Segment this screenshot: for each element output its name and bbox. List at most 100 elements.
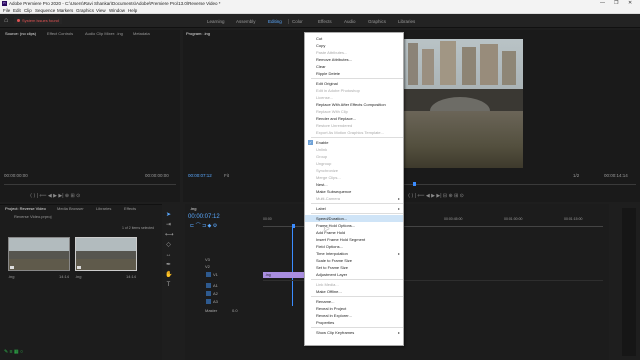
menu-item-export-as-motion-graphics-template[interactable]: Export As Motion Graphics Template... xyxy=(305,129,403,136)
menu-item-scale-to-frame-size[interactable]: Scale to Frame Size xyxy=(305,257,403,264)
menu-item-ripple-delete[interactable]: Ripple Delete xyxy=(305,70,403,77)
tab-libraries[interactable]: Libraries xyxy=(96,205,111,213)
menu-item-insert-frame-hold-segment[interactable]: Insert Frame Hold Segment xyxy=(305,236,403,243)
menu-item-cut[interactable]: Cut xyxy=(305,35,403,42)
timeline-timecode[interactable]: 00:00:07:12 xyxy=(188,214,220,220)
minimize-icon[interactable]: — xyxy=(600,0,605,7)
track-select-tool-icon[interactable]: ⇥ xyxy=(165,222,172,229)
workspace-effects[interactable]: Effects xyxy=(318,19,332,24)
program-transport-controls[interactable]: ⟨ ⟩ | ⟸ ◀ ▶ ▶| ⊟ ⊕ ⊞ ⊙ xyxy=(408,193,464,199)
menu-item-restore-unrendered[interactable]: Restore Unrendered xyxy=(305,122,403,129)
program-fit-select[interactable]: Fit xyxy=(224,173,229,178)
menu-item-make-offline[interactable]: Make Offline... xyxy=(305,288,403,295)
menu-item-render-and-replace[interactable]: Render and Replace... xyxy=(305,115,403,122)
menu-view[interactable]: View xyxy=(96,7,106,14)
workspace-assembly[interactable]: Assembly xyxy=(236,19,256,24)
menu-item-replace-with-after-effects-composition[interactable]: Replace With After Effects Composition xyxy=(305,101,403,108)
menu-item-add-frame-hold[interactable]: Add Frame Hold xyxy=(305,229,403,236)
menu-item-adjustment-layer[interactable]: Adjustment Layer xyxy=(305,271,403,278)
hand-tool-icon[interactable]: ✋ xyxy=(165,272,172,279)
tab-source[interactable]: Source: (no clips) xyxy=(5,30,36,38)
menu-item-link-media[interactable]: Link Media... xyxy=(305,281,403,288)
menu-item-frame-hold-options[interactable]: Frame Hold Options... xyxy=(305,222,403,229)
menu-item-enable[interactable]: ✓ Enable xyxy=(305,139,403,146)
workspace-audio[interactable]: Audio xyxy=(344,19,356,24)
menu-item-reveal-in-project[interactable]: Reveal in Project xyxy=(305,305,403,312)
program-scrub-bar[interactable] xyxy=(404,184,636,185)
timeline-tool-icons[interactable]: ⊏ ⌒ ⊐ ◆ ⚙ xyxy=(190,222,217,229)
tab-metadata[interactable]: Metadata xyxy=(133,30,150,38)
workspace-libraries[interactable]: Libraries xyxy=(398,19,415,24)
tab-audio-clip-mixer[interactable]: Audio Clip Mixer: .ing xyxy=(85,30,123,38)
menu-graphics[interactable]: Graphics xyxy=(76,7,94,14)
menu-item-synchronize[interactable]: Synchronize xyxy=(305,167,403,174)
menu-item-nest[interactable]: Nest... xyxy=(305,181,403,188)
project-footer-icons[interactable]: ✎ ≡ ▦ ○ xyxy=(4,349,23,355)
menu-item-clear[interactable]: Clear xyxy=(305,63,403,70)
menu-item-speed-duration[interactable]: Speed/Duration... xyxy=(305,215,403,222)
track-v1-target[interactable] xyxy=(206,272,211,277)
menu-item-field-options[interactable]: Field Options... xyxy=(305,243,403,250)
selection-tool-icon[interactable]: ➤ xyxy=(165,212,172,219)
workspace-color[interactable]: Color xyxy=(292,19,303,24)
home-icon[interactable]: ⌂ xyxy=(4,17,11,24)
menu-item-reveal-in-explorer[interactable]: Reveal in Explorer... xyxy=(305,312,403,319)
pen-tool-icon[interactable]: ✒ xyxy=(165,262,172,269)
type-tool-icon[interactable]: T xyxy=(165,282,172,289)
track-a3-target[interactable] xyxy=(206,299,211,304)
menu-clip[interactable]: Clip xyxy=(24,7,32,14)
tab-project[interactable]: Project: Reverse Video xyxy=(5,205,46,213)
timeline-clip[interactable]: .ing xyxy=(263,272,305,278)
program-playhead-marker[interactable] xyxy=(413,182,416,186)
menu-item-remove-attributes[interactable]: Remove Attributes... xyxy=(305,56,403,63)
menu-file[interactable]: File xyxy=(3,7,10,14)
menu-item-merge-clips[interactable]: Merge Clips... xyxy=(305,174,403,181)
project-thumbnail[interactable] xyxy=(75,237,137,271)
slip-tool-icon[interactable]: ↔ xyxy=(165,252,172,259)
track-master-value[interactable]: 0.0 xyxy=(232,308,238,313)
menu-item-properties[interactable]: Properties xyxy=(305,319,403,326)
ripple-edit-tool-icon[interactable]: ⟷ xyxy=(165,232,174,239)
menu-item-rename[interactable]: Rename... xyxy=(305,298,403,305)
menu-item-edit-original[interactable]: Edit Original xyxy=(305,80,403,87)
menu-sequence[interactable]: Sequence xyxy=(35,7,55,14)
menu-item-replace-with-clip[interactable]: Replace With Clip xyxy=(305,108,403,115)
maximize-icon[interactable]: ❐ xyxy=(614,0,618,7)
project-thumbnail[interactable] xyxy=(8,237,70,271)
program-timecode[interactable]: 00:00:07:12 xyxy=(188,173,212,178)
menu-item-license[interactable]: License... xyxy=(305,94,403,101)
tab-effects[interactable]: Effects xyxy=(124,205,136,213)
workspace-graphics[interactable]: Graphics xyxy=(368,19,386,24)
menu-item-unlink[interactable]: Unlink xyxy=(305,146,403,153)
menu-item-label[interactable]: Label ▸ xyxy=(305,205,403,212)
track-a2-target[interactable] xyxy=(206,291,211,296)
menu-markers[interactable]: Markers xyxy=(57,7,73,14)
menu-help[interactable]: Help xyxy=(128,7,137,14)
menu-window[interactable]: Window xyxy=(109,7,125,14)
workspace-editing[interactable]: Editing xyxy=(268,19,282,24)
source-scrub-bar[interactable] xyxy=(4,184,176,185)
menu-item-multi-camera[interactable]: Multi-Camera ▸ xyxy=(305,195,403,202)
menu-item-edit-in-adobe-photoshop[interactable]: Edit in Adobe Photoshop xyxy=(305,87,403,94)
menu-item-copy[interactable]: Copy xyxy=(305,42,403,49)
workspace-learning[interactable]: Learning xyxy=(207,19,225,24)
menu-item-time-interpolation[interactable]: Time Interpolation ▸ xyxy=(305,250,403,257)
menu-item-make-subsequence[interactable]: Make Subsequence xyxy=(305,188,403,195)
program-zoom-select[interactable]: 1/2 xyxy=(573,173,579,178)
context-menu: Cut Copy Paste Attributes... Remove Attribu… xyxy=(304,32,404,346)
track-a1-target[interactable] xyxy=(206,283,211,288)
tab-program[interactable]: Program: .ing xyxy=(186,30,210,38)
tab-media-browser[interactable]: Media Browser xyxy=(57,205,84,213)
menu-item-ungroup[interactable]: Ungroup xyxy=(305,160,403,167)
menu-item-show-clip-keyframes[interactable]: Show Clip Keyframes ▸ xyxy=(305,329,403,336)
source-transport-controls[interactable]: ⟨ ⟩ | ⟸ ◀ ▶ ▶| ⊕ ⊞ ⊙ xyxy=(30,193,80,199)
close-icon[interactable]: ✕ xyxy=(628,0,632,7)
system-warning-badge[interactable]: System issues found xyxy=(14,17,62,24)
tab-sequence[interactable]: .ing xyxy=(190,205,196,213)
menu-edit[interactable]: Edit xyxy=(13,7,21,14)
menu-item-group[interactable]: Group xyxy=(305,153,403,160)
razor-tool-icon[interactable]: ◇ xyxy=(165,242,172,249)
menu-item-paste-attributes[interactable]: Paste Attributes... xyxy=(305,49,403,56)
tab-effect-controls[interactable]: Effect Controls xyxy=(47,30,73,38)
menu-item-set-to-frame-size[interactable]: Set to Frame Size xyxy=(305,264,403,271)
